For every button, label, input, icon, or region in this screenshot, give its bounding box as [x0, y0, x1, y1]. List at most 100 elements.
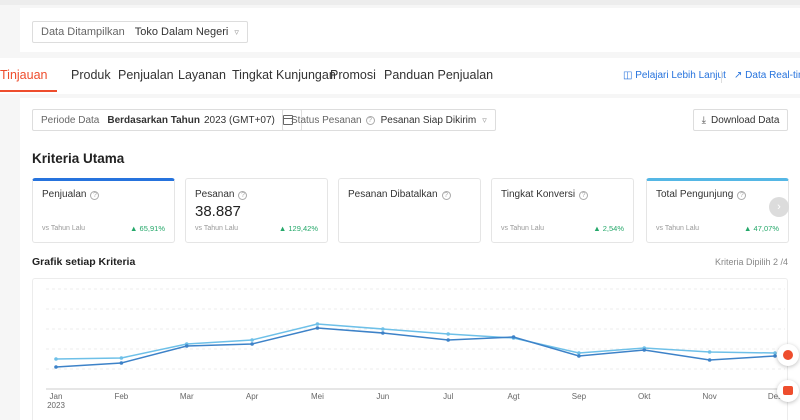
x-tick-label: Agt — [508, 392, 521, 401]
floating-chat-button[interactable] — [777, 380, 799, 402]
learn-more-label: Pelajari Lebih Lanjut — [635, 70, 726, 81]
criteria-selected-count: Kriteria Dipilih 2 /4 — [714, 257, 788, 267]
x-tick-label: Okt — [638, 392, 651, 401]
data-point[interactable] — [577, 354, 581, 358]
top-strip — [0, 0, 800, 5]
shop-type-select[interactable]: Data Ditampilkan Toko Dalam Negeri ▿ — [32, 21, 248, 43]
metric-card-total-pengunjung[interactable]: Total Pengunjung? vs Tahun Lalu ▲ 47,07% — [646, 178, 789, 243]
data-point[interactable] — [511, 335, 516, 339]
order-status-label: Status Pesanan — [291, 114, 362, 126]
data-point[interactable] — [707, 350, 712, 354]
metric-change: ▲ 129,42% — [278, 224, 318, 233]
section-title: Kriteria Utama — [32, 151, 125, 166]
order-status-select[interactable]: Status Pesanan ? Pesanan Siap Dikirim ▿ — [282, 109, 496, 131]
help-icon[interactable]: ? — [737, 191, 747, 200]
x-tick-label: Jul — [443, 392, 453, 401]
chat-icon — [783, 386, 793, 395]
metric-card-pesanan[interactable]: Pesanan? 38.887 vs Tahun Lalu ▲ 129,42% — [185, 178, 328, 243]
tab-panduan-penjualan[interactable]: Panduan Penjualan — [384, 68, 493, 82]
metric-change: ▲ 47,07% — [744, 224, 779, 233]
metric-title-text: Pesanan — [195, 189, 235, 200]
metric-card-tingkat-konversi[interactable]: Tingkat Konversi? vs Tahun Lalu ▲ 2,54% — [491, 178, 634, 243]
data-point[interactable] — [381, 327, 385, 331]
download-label: Download Data — [711, 114, 780, 126]
x-tick-label: Mar — [180, 392, 194, 401]
data-point[interactable] — [54, 365, 58, 369]
tab-layanan[interactable]: Layanan — [178, 68, 226, 82]
data-point[interactable] — [250, 338, 254, 342]
nav-divider — [721, 71, 722, 83]
x-tick-label: Jan — [50, 392, 63, 401]
metric-title: Pesanan? — [195, 189, 253, 200]
download-icon: ⤓ — [701, 114, 707, 126]
main-panel: Periode Data Berdasarkan Tahun 2023 (GMT… — [20, 98, 800, 420]
realtime-data-link[interactable]: ↗ Data Real-tim — [734, 70, 800, 81]
display-filter-card: Data Ditampilkan Toko Dalam Negeri ▿ — [20, 8, 800, 52]
help-icon[interactable]: ? — [238, 191, 248, 200]
metric-compare-label: vs Tahun Lalu — [501, 225, 545, 232]
metric-card-pesanan-dibatalkan[interactable]: Pesanan Dibatalkan? — [338, 178, 481, 243]
shop-type-label: Data Ditampilkan — [41, 26, 125, 38]
metric-title-text: Total Pengunjung — [656, 189, 734, 200]
period-label: Periode Data — [41, 114, 100, 126]
metric-change: ▲ 2,54% — [593, 224, 624, 233]
data-point[interactable] — [707, 358, 712, 362]
data-point[interactable] — [446, 338, 450, 342]
x-tick-label: Jun — [376, 392, 389, 401]
learn-more-link[interactable]: ◫ Pelajari Lebih Lanjut — [623, 70, 726, 81]
data-point[interactable] — [446, 332, 450, 336]
metric-title-text: Tingkat Konversi — [501, 189, 576, 200]
chart-container: Jan Feb Mar Apr Mei Jun Jul Agt Sep Okt Nov Des 2023 — [32, 278, 788, 420]
tab-produk[interactable]: Produk — [71, 68, 111, 82]
chevron-down-icon: ▿ — [482, 114, 487, 125]
tab-tinjauan[interactable]: Tinjauan — [0, 68, 48, 82]
series-line — [55, 327, 776, 368]
x-tick-label: Apr — [246, 392, 259, 401]
x-tick-label: Feb — [114, 392, 128, 401]
tab-promosi[interactable]: Promosi — [330, 68, 376, 82]
metric-title: Pesanan Dibatalkan? — [348, 189, 457, 200]
data-point[interactable] — [119, 356, 124, 360]
trend-icon: ↗ — [734, 70, 746, 81]
x-year-label: 2023 — [47, 401, 65, 410]
metric-compare-label: vs Tahun Lalu — [42, 225, 86, 232]
data-point[interactable] — [184, 344, 189, 348]
help-icon[interactable]: ? — [579, 191, 589, 200]
data-point[interactable] — [381, 331, 385, 335]
help-icon[interactable]: ? — [365, 115, 375, 125]
metric-card-penjualan[interactable]: Penjualan? vs Tahun Lalu ▲ 65,91% — [32, 178, 175, 243]
data-point[interactable] — [54, 357, 58, 361]
metric-title: Penjualan? — [42, 189, 105, 200]
next-cards-button[interactable]: › — [769, 197, 789, 217]
order-status-value: Pesanan Siap Dikirim — [380, 114, 477, 126]
x-tick-label: Nov — [703, 392, 717, 401]
metric-value: 38.887 — [195, 203, 241, 220]
data-point[interactable] — [642, 348, 647, 352]
period-value: 2023 (GMT+07) — [204, 114, 275, 126]
main-tabs: Tinjauan Produk Penjualan Layanan Tingka… — [0, 58, 800, 94]
period-picker[interactable]: Periode Data Berdasarkan Tahun 2023 (GMT… — [32, 109, 302, 131]
data-point[interactable] — [250, 342, 254, 346]
metric-title-text: Penjualan — [42, 189, 87, 200]
active-tab-indicator — [0, 90, 57, 92]
data-point[interactable] — [119, 361, 124, 365]
download-data-button[interactable]: ⤓ Download Data — [693, 109, 788, 131]
tab-penjualan[interactable]: Penjualan — [118, 68, 174, 82]
metric-compare-label: vs Tahun Lalu — [656, 225, 700, 232]
chart-title: Grafik setiap Kriteria — [32, 256, 136, 268]
help-icon[interactable]: ? — [90, 191, 100, 200]
realtime-label: Data Real-tim — [745, 70, 800, 81]
help-icon[interactable]: ? — [441, 191, 451, 200]
line-chart: Jan Feb Mar Apr Mei Jun Jul Agt Sep Okt Nov Des2023 — [46, 288, 785, 410]
book-icon: ◫ — [623, 70, 636, 81]
metric-change: ▲ 65,91% — [130, 224, 165, 233]
period-type: Berdasarkan Tahun — [107, 114, 200, 126]
data-point[interactable] — [315, 322, 320, 326]
chevron-down-icon: ▿ — [234, 26, 239, 37]
metric-title: Total Pengunjung? — [656, 189, 752, 200]
data-point[interactable] — [315, 326, 320, 330]
tab-tingkat-kunjungan[interactable]: Tingkat Kunjungan — [232, 68, 336, 82]
floating-assistant-button[interactable] — [777, 344, 799, 366]
x-tick-label: Mei — [311, 392, 324, 401]
shop-type-value: Toko Dalam Negeri — [134, 26, 229, 38]
